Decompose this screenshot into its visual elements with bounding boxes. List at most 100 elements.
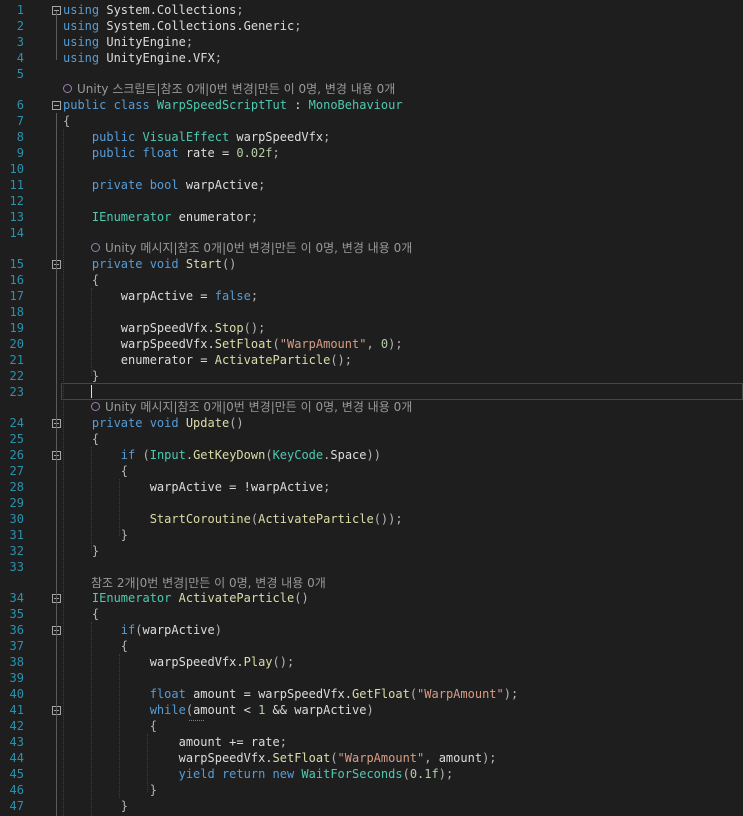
code-text[interactable]: private void Update(): [63, 415, 244, 431]
code-token: (): [221, 257, 237, 271]
code-line-37[interactable]: 37 {: [0, 638, 743, 654]
code-line-17[interactable]: 17 warpActive = false;: [0, 288, 743, 304]
code-line-19[interactable]: 19 warpSpeedVfx.Stop();: [0, 320, 743, 336]
code-line-6[interactable]: 6 public class WarpSpeedScriptTut : MonoB…: [0, 97, 743, 113]
code-line-10[interactable]: 10: [0, 161, 743, 177]
code-text[interactable]: IEnumerator ActivateParticle(): [63, 590, 309, 606]
code-text[interactable]: warpSpeedVfx.Play();: [63, 654, 295, 670]
code-line-18[interactable]: 18: [0, 304, 743, 320]
code-text[interactable]: using System.Collections.Generic;: [63, 18, 301, 34]
code-line-36[interactable]: 36 if(warpActive): [0, 622, 743, 638]
code-line-33[interactable]: 33: [0, 559, 743, 575]
code-text[interactable]: {: [63, 718, 157, 734]
code-text[interactable]: }: [63, 543, 99, 559]
code-text[interactable]: yield return new WaitForSeconds(0.1f);: [63, 766, 454, 782]
code-line-44[interactable]: 44 warpSpeedVfx.SetFloat("WarpAmount", a…: [0, 750, 743, 766]
code-line-47[interactable]: 47 }: [0, 798, 743, 814]
collapse-toggle-icon[interactable]: [52, 101, 61, 110]
code-line-31[interactable]: 31 }: [0, 527, 743, 543]
code-line-4[interactable]: 4 using UnityEngine.VFX;: [0, 50, 743, 66]
code-line-45[interactable]: 45 yield return new WaitForSeconds(0.1f)…: [0, 766, 743, 782]
code-text[interactable]: using System.Collections;: [63, 2, 244, 18]
code-line-3[interactable]: 3 using UnityEngine;: [0, 34, 743, 50]
code-line-22[interactable]: 22 }: [0, 368, 743, 384]
code-line-27[interactable]: 27 {: [0, 463, 743, 479]
code-text[interactable]: warpSpeedVfx.SetFloat("WarpAmount", amou…: [63, 750, 497, 766]
code-line-9[interactable]: 9 public float rate = 0.02f;: [0, 145, 743, 161]
code-token: warpSpeedVfx: [229, 130, 324, 144]
code-text[interactable]: {: [63, 113, 70, 129]
code-text[interactable]: IEnumerator enumerator;: [63, 209, 258, 225]
code-text[interactable]: using UnityEngine;: [63, 34, 193, 50]
codelens-update-text[interactable]: Unity 메시지|참조 0개|0번 변경|만든 이 0명, 변경 내용 0개: [105, 400, 412, 414]
code-text[interactable]: warpSpeedVfx.Stop();: [63, 320, 266, 336]
code-editor[interactable]: Unity 스크립트|참조 0개|0번 변경|만든 이 0명, 변경 내용 0개…: [0, 0, 743, 816]
codelens-activate-particle[interactable]: 참조 2개|0번 변경|만든 이 0명, 변경 내용 0개: [91, 574, 326, 591]
code-text[interactable]: while(amount < 1 && warpActive): [63, 702, 374, 718]
code-line-42[interactable]: 42 {: [0, 718, 743, 734]
code-text[interactable]: }: [63, 368, 99, 384]
codelens-activate-text[interactable]: 참조 2개|0번 변경|만든 이 0명, 변경 내용 0개: [91, 576, 326, 590]
code-line-40[interactable]: 40 float amount = warpSpeedVfx.GetFloat(…: [0, 686, 743, 702]
codelens-class-text[interactable]: Unity 스크립트|참조 0개|0번 변경|만든 이 0명, 변경 내용 0개: [77, 82, 395, 96]
code-line-11[interactable]: 11 private bool warpActive;: [0, 177, 743, 193]
code-text[interactable]: public float rate = 0.02f;: [63, 145, 280, 161]
code-line-24[interactable]: 24 private void Update(): [0, 415, 743, 431]
code-line-15[interactable]: 15 private void Start(): [0, 256, 743, 272]
code-text[interactable]: amount += rate;: [63, 734, 287, 750]
code-line-7[interactable]: 7{: [0, 113, 743, 129]
code-line-38[interactable]: 38 warpSpeedVfx.Play();: [0, 654, 743, 670]
code-line-20[interactable]: 20 warpSpeedVfx.SetFloat("WarpAmount", 0…: [0, 336, 743, 352]
code-line-29[interactable]: 29: [0, 495, 743, 511]
codelens-start-text[interactable]: Unity 메시지|참조 0개|0번 변경|만든 이 0명, 변경 내용 0개: [105, 241, 412, 255]
code-line-13[interactable]: 13 IEnumerator enumerator;: [0, 209, 743, 225]
codelens-start[interactable]: Unity 메시지|참조 0개|0번 변경|만든 이 0명, 변경 내용 0개: [91, 239, 412, 256]
code-text[interactable]: {: [63, 606, 99, 622]
code-text[interactable]: warpActive = !warpActive;: [63, 479, 331, 495]
code-line-8[interactable]: 8 public VisualEffect warpSpeedVfx;: [0, 129, 743, 145]
code-line-34[interactable]: 34 IEnumerator ActivateParticle(): [0, 590, 743, 606]
code-line-14[interactable]: 14: [0, 225, 743, 241]
code-line-5[interactable]: 5: [0, 66, 743, 82]
code-text[interactable]: StartCoroutine(ActivateParticle());: [63, 511, 403, 527]
code-text[interactable]: if(warpActive): [63, 622, 222, 638]
code-line-26[interactable]: 26 if (Input.GetKeyDown(KeyCode.Space)): [0, 447, 743, 463]
code-line-28[interactable]: 28 warpActive = !warpActive;: [0, 479, 743, 495]
code-line-41[interactable]: 41 while(amount < 1 && warpActive): [0, 702, 743, 718]
code-line-21[interactable]: 21 enumerator = ActivateParticle();: [0, 352, 743, 368]
code-line-46[interactable]: 46 }: [0, 782, 743, 798]
code-text[interactable]: }: [63, 798, 128, 814]
code-text[interactable]: }: [63, 782, 157, 798]
code-text[interactable]: enumerator = ActivateParticle();: [63, 352, 352, 368]
code-line-1[interactable]: 1 using System.Collections;: [0, 2, 743, 18]
code-line-30[interactable]: 30 StartCoroutine(ActivateParticle());: [0, 511, 743, 527]
code-text[interactable]: using UnityEngine.VFX;: [63, 50, 222, 66]
code-text[interactable]: {: [63, 463, 128, 479]
code-line-35[interactable]: 35 {: [0, 606, 743, 622]
code-text[interactable]: private bool warpActive;: [63, 177, 265, 193]
code-token: System.Collections.Generic: [99, 19, 295, 33]
code-text[interactable]: public class WarpSpeedScriptTut : MonoBe…: [63, 97, 403, 113]
code-line-25[interactable]: 25 {: [0, 431, 743, 447]
code-text[interactable]: {: [63, 272, 99, 288]
code-line-2[interactable]: 2 using System.Collections.Generic;: [0, 18, 743, 34]
code-text[interactable]: {: [63, 638, 128, 654]
code-text[interactable]: private void Start(): [63, 256, 237, 272]
code-line-12[interactable]: 12: [0, 193, 743, 209]
code-text[interactable]: warpActive = false;: [63, 288, 258, 304]
code-line-32[interactable]: 32 }: [0, 543, 743, 559]
code-line-16[interactable]: 16 {: [0, 272, 743, 288]
code-line-39[interactable]: 39: [0, 670, 743, 686]
codelens-class[interactable]: Unity 스크립트|참조 0개|0번 변경|만든 이 0명, 변경 내용 0개: [63, 80, 395, 97]
line-number: 20: [9, 337, 24, 351]
code-text[interactable]: warpSpeedVfx.SetFloat("WarpAmount", 0);: [63, 336, 403, 352]
code-text[interactable]: if (Input.GetKeyDown(KeyCode.Space)): [63, 447, 381, 463]
code-token: if: [120, 448, 143, 462]
code-text[interactable]: public VisualEffect warpSpeedVfx;: [63, 129, 330, 145]
code-text[interactable]: {: [63, 431, 99, 447]
codelens-update[interactable]: Unity 메시지|참조 0개|0번 변경|만든 이 0명, 변경 내용 0개: [91, 398, 412, 415]
code-text[interactable]: float amount = warpSpeedVfx.GetFloat("Wa…: [63, 686, 519, 702]
code-line-23[interactable]: 23: [0, 384, 743, 400]
code-token: ();: [272, 655, 295, 669]
code-line-43[interactable]: 43 amount += rate;: [0, 734, 743, 750]
